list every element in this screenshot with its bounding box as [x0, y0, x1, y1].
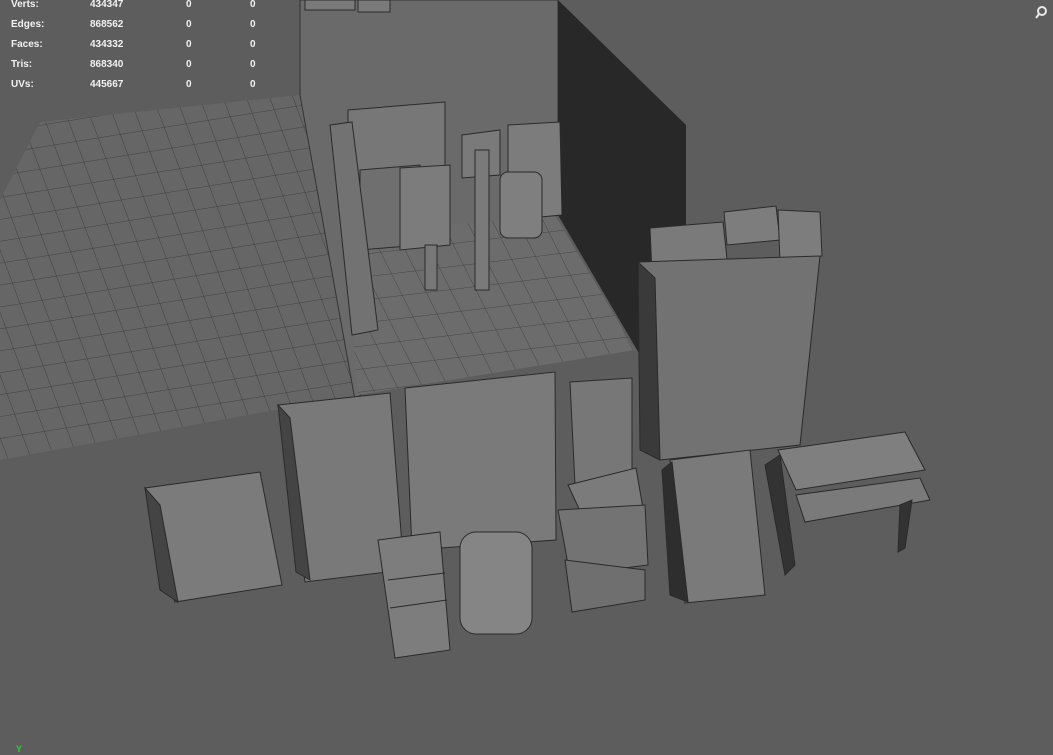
stats-value: 0	[186, 59, 192, 70]
stats-label: UVs:	[11, 79, 34, 90]
stats-label: Edges:	[11, 19, 45, 30]
stats-value: 0	[186, 39, 192, 50]
stats-label: Tris:	[11, 59, 33, 70]
stats-value: 0	[250, 19, 256, 30]
stats-value: 0	[250, 39, 256, 50]
stats-value: 445667	[90, 79, 124, 90]
stats-value: 0	[250, 79, 256, 90]
stats-hud: Verts: 434347 0 0 Edges: 868562 0 0 Face…	[0, 0, 280, 100]
stats-row-tris: Tris: 868340 0 0	[0, 59, 280, 80]
stats-label: Verts:	[11, 0, 39, 10]
stats-value: 868340	[90, 59, 124, 70]
search-icon[interactable]	[1034, 4, 1050, 20]
stats-label: Faces:	[11, 39, 43, 50]
stats-value: 434332	[90, 39, 124, 50]
stats-row-faces: Faces: 434332 0 0	[0, 39, 280, 60]
stats-value: 0	[186, 79, 192, 90]
3d-viewport[interactable]	[0, 0, 1053, 755]
stats-value: 434347	[90, 0, 124, 10]
stats-value: 0	[186, 0, 192, 10]
stats-value: 0	[250, 59, 256, 70]
stats-value: 868562	[90, 19, 124, 30]
stats-row-uvs: UVs: 445667 0 0	[0, 79, 280, 100]
stats-value: 0	[186, 19, 192, 30]
shelf-unit-right	[637, 205, 823, 461]
stats-value: 0	[250, 0, 256, 10]
axis-indicator-y: Y	[16, 744, 23, 754]
